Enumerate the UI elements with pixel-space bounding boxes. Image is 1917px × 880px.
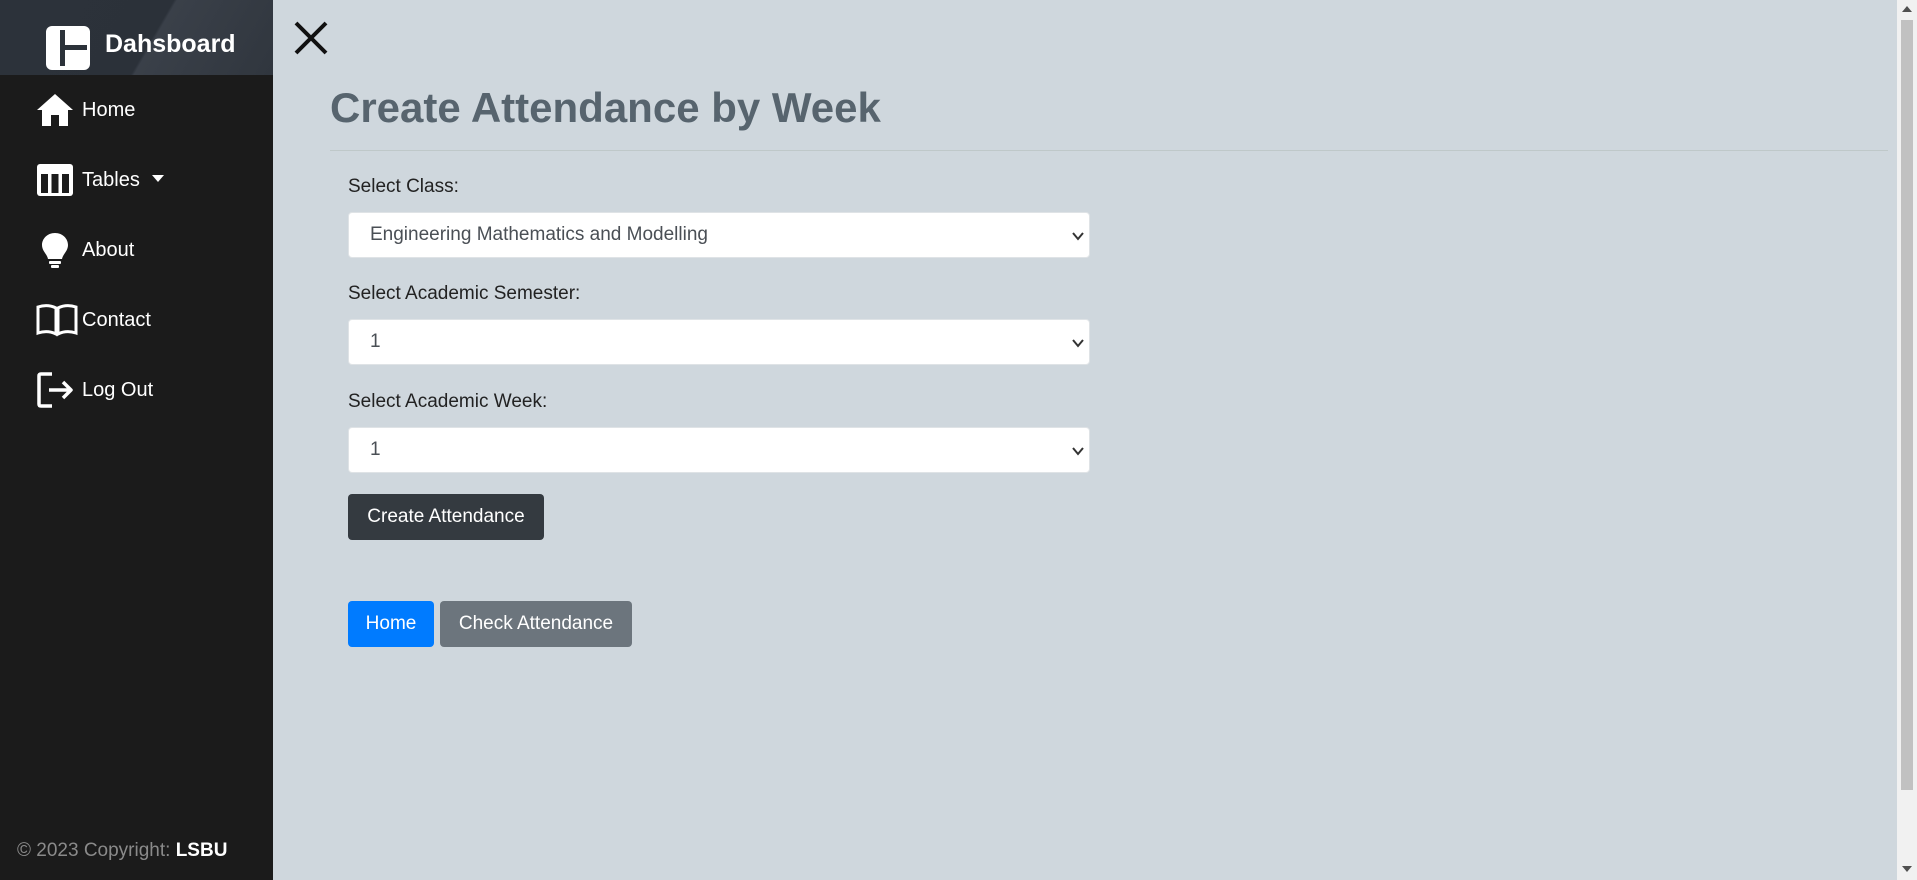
class-select[interactable]: Engineering Mathematics and Modelling <box>348 212 1090 258</box>
sidebar-item-contact[interactable]: Contact <box>36 298 256 342</box>
class-select-label: Select Class: <box>348 176 459 197</box>
chevron-down-icon <box>1072 447 1084 456</box>
chevron-down-icon <box>1072 232 1084 241</box>
create-attendance-button[interactable]: Create Attendance <box>348 494 544 540</box>
sidebar-brand[interactable]: Dahsboard <box>0 0 273 75</box>
week-select-value: 1 <box>370 439 381 460</box>
semester-select[interactable]: 1 <box>348 319 1090 365</box>
semester-select-value: 1 <box>370 331 381 352</box>
sidebar: Dahsboard Home Tables About Contact Log … <box>0 0 273 880</box>
check-attendance-button[interactable]: Check Attendance <box>440 601 632 647</box>
sidebar-item-label: About <box>82 238 135 261</box>
home-button[interactable]: Home <box>348 601 434 647</box>
chevron-down-icon <box>1072 339 1084 348</box>
scroll-down-icon[interactable] <box>1902 866 1912 872</box>
scrollbar-thumb[interactable] <box>1901 20 1913 790</box>
week-select-label: Select Academic Week: <box>348 391 548 412</box>
title-divider <box>330 150 1888 151</box>
book-icon <box>36 299 78 341</box>
sidebar-item-label: Home <box>82 98 136 121</box>
copyright-owner[interactable]: LSBU <box>176 840 228 861</box>
class-select-value: Engineering Mathematics and Modelling <box>370 224 708 245</box>
copyright-text: © 2023 Copyright: <box>17 840 176 861</box>
sidebar-item-label: Log Out <box>82 378 154 401</box>
page-title: Create Attendance by Week <box>330 84 881 131</box>
logout-icon <box>36 369 78 411</box>
dashboard-icon <box>46 26 90 70</box>
close-icon[interactable] <box>293 20 329 56</box>
scroll-up-icon[interactable] <box>1902 6 1912 12</box>
sidebar-item-about[interactable]: About <box>36 228 256 272</box>
brand-title: Dahsboard <box>105 30 236 58</box>
caret-down-icon <box>151 174 164 182</box>
lightbulb-icon <box>36 229 78 271</box>
table-icon <box>36 159 78 201</box>
vertical-scrollbar[interactable] <box>1897 0 1917 880</box>
sidebar-item-home[interactable]: Home <box>36 88 256 132</box>
home-icon <box>36 89 78 131</box>
sidebar-item-logout[interactable]: Log Out <box>36 368 256 412</box>
sidebar-item-tables[interactable]: Tables <box>36 158 256 202</box>
week-select[interactable]: 1 <box>348 427 1090 473</box>
semester-select-label: Select Academic Semester: <box>348 283 581 304</box>
copyright-footer: © 2023 Copyright: LSBU <box>17 840 227 862</box>
sidebar-item-label: Contact <box>82 308 151 331</box>
sidebar-item-label: Tables <box>82 168 140 191</box>
